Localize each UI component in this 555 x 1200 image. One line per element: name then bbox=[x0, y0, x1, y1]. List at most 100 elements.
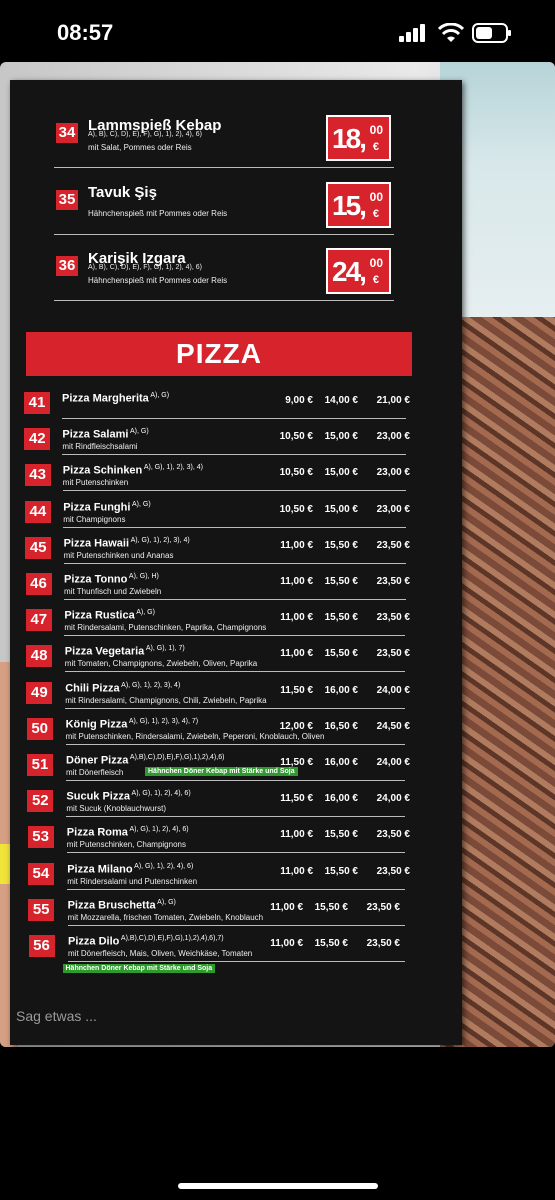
pizza-description: mit Dönerfleisch bbox=[66, 768, 124, 777]
pizza-price: 21,00 € bbox=[376, 395, 410, 406]
item-allergens: A), B), C), D), E), F), G), 1), 2), 4), … bbox=[88, 264, 202, 271]
pizza-description: mit Rindersalami und Putenschinken bbox=[67, 876, 198, 886]
price-currency: € bbox=[372, 208, 379, 220]
pizza-description: mit Dönerfleisch, Mais, Oliven, Weichkäs… bbox=[68, 949, 253, 958]
pizza-name: Chili Pizza A), G), 1), 2), 3), 4) bbox=[65, 681, 181, 695]
pizza-description: mit Champignons bbox=[63, 514, 126, 524]
pizza-number: 50 bbox=[26, 717, 53, 740]
item-description: mit Salat, Pommes oder Reis bbox=[88, 143, 192, 152]
battery-icon bbox=[472, 23, 511, 43]
clock: 08:57 bbox=[57, 20, 114, 45]
pizza-price: 14,00 € bbox=[324, 395, 358, 406]
pizza-price: 23,50 € bbox=[376, 865, 410, 877]
pizza-allergens: A), G), 1), 2), 3), 4), 7) bbox=[127, 717, 199, 725]
pizza-allergens: A), G) bbox=[130, 500, 151, 508]
pizza-name: Sucuk Pizza A), G), 1), 2), 4), 6) bbox=[66, 790, 191, 803]
item-number: 36 bbox=[56, 256, 78, 276]
pizza-price: 15,50 € bbox=[324, 576, 358, 587]
pizza-number: 45 bbox=[25, 536, 52, 559]
cellular-signal-icon bbox=[399, 24, 425, 42]
pizza-divider bbox=[63, 526, 406, 528]
pizza-divider bbox=[66, 780, 405, 781]
pizza-name: Pizza Roma A), G), 1), 2), 4), 6) bbox=[66, 826, 189, 840]
pizza-number: 42 bbox=[24, 428, 51, 451]
pizza-price: 15,50 € bbox=[324, 829, 358, 841]
pizza-number: 48 bbox=[26, 645, 53, 668]
pizza-price: 23,50 € bbox=[376, 612, 410, 624]
status-bar: 08:57 bbox=[0, 0, 555, 60]
pizza-number: 47 bbox=[25, 609, 52, 632]
pizza-divider bbox=[62, 454, 406, 456]
pizza-divider bbox=[63, 562, 406, 564]
pizza-price: 16,50 € bbox=[324, 720, 358, 732]
price-cents: 00 bbox=[369, 123, 383, 137]
pizza-name: Pizza Bruschetta A), G) bbox=[67, 898, 176, 912]
pizza-price: 24,50 € bbox=[376, 720, 410, 732]
price-currency: € bbox=[372, 141, 379, 153]
pizza-price: 23,50 € bbox=[376, 648, 410, 660]
pizza-description: mit Putenschinken und Ananas bbox=[63, 550, 174, 560]
price-box: 15, 00 € bbox=[326, 182, 391, 228]
pizza-price: 23,50 € bbox=[376, 829, 410, 841]
price-cents: 00 bbox=[369, 256, 383, 270]
pizza-description: mit Putenschinken bbox=[62, 478, 129, 488]
pizza-allergens: A), G), 1), 7) bbox=[144, 645, 185, 653]
comment-input[interactable]: Sag etwas ... bbox=[16, 1008, 97, 1024]
pizza-heading: PIZZA bbox=[26, 332, 412, 376]
item-description: Hähnchenspieß mit Pommes oder Reis bbox=[88, 209, 228, 218]
pizza-number: 43 bbox=[24, 464, 51, 487]
pizza-name: Pizza Schinken A), G), 1), 2), 3), 4) bbox=[62, 464, 203, 478]
pizza-allergens: A), G) bbox=[134, 609, 155, 617]
pizza-description: mit Rindersalami, Putenschinken, Paprika… bbox=[64, 623, 267, 633]
pizza-allergens: A), G), 1), 2), 4), 6) bbox=[132, 862, 194, 870]
pizza-price: 23,50 € bbox=[376, 539, 410, 551]
pizza-price: 23,50 € bbox=[376, 576, 410, 587]
pizza-price: 16,00 € bbox=[324, 684, 358, 696]
pizza-allergens: A),B),C),D),E),F),G),1),2),4),6) bbox=[128, 754, 225, 761]
pizza-description: mit Rindersalami, Champignons, Chili, Zw… bbox=[65, 695, 267, 705]
item-number: 34 bbox=[56, 123, 78, 143]
pizza-divider bbox=[67, 924, 405, 926]
pizza-price: 16,00 € bbox=[324, 757, 358, 768]
price-whole: 18, bbox=[332, 123, 367, 154]
pizza-price: 15,50 € bbox=[324, 865, 358, 877]
pizza-price: 15,50 € bbox=[314, 938, 348, 949]
pizza-price: 15,00 € bbox=[324, 503, 358, 515]
pizza-allergens: A), G), 1), 2), 3), 4) bbox=[119, 681, 181, 689]
pizza-description: mit Thunfisch und Zwiebeln bbox=[64, 587, 162, 596]
pizza-price: 15,00 € bbox=[324, 467, 358, 479]
pizza-price: 15,50 € bbox=[324, 648, 358, 660]
pizza-name: Pizza Milano A), G), 1), 2), 4), 6) bbox=[67, 862, 194, 876]
pizza-divider bbox=[68, 961, 405, 962]
price-whole: 24, bbox=[332, 256, 367, 287]
pizza-name: Pizza Margherita A), G) bbox=[62, 392, 170, 405]
pizza-divider bbox=[65, 743, 406, 745]
pizza-name: Pizza Tonno A), G), H) bbox=[64, 573, 159, 586]
pizza-allergens: A), G) bbox=[155, 898, 176, 906]
pizza-price: 23,00 € bbox=[376, 467, 410, 479]
pizza-name: Döner Pizza A),B),C),D),E),F),G),1),2),4… bbox=[66, 754, 225, 767]
price-whole: 15, bbox=[332, 190, 367, 221]
pizza-description: mit Tomaten, Champignons, Zwiebeln, Oliv… bbox=[64, 659, 258, 669]
item-allergens: A), B), C), D), E), F), G), 1), 2), 4), … bbox=[88, 131, 202, 138]
wifi-icon bbox=[438, 23, 464, 42]
pizza-description: mit Rindfleischsalami bbox=[62, 442, 138, 452]
home-indicator[interactable] bbox=[178, 1183, 378, 1189]
price-box: 24, 00 € bbox=[326, 248, 391, 294]
price-box: 18, 00 € bbox=[326, 115, 391, 161]
pizza-divider bbox=[62, 490, 406, 492]
pizza-price: 23,50 € bbox=[366, 901, 400, 913]
pizza-allergens: A), G), 1), 2), 3), 4) bbox=[129, 536, 190, 544]
pizza-divider bbox=[67, 888, 405, 890]
divider bbox=[54, 167, 394, 168]
pizza-name: König Pizza A), G), 1), 2), 3), 4), 7) bbox=[65, 717, 199, 731]
pizza-allergens: A), G), 1), 2), 4), 6) bbox=[129, 790, 191, 798]
pizza-divider bbox=[65, 707, 406, 709]
pizza-price: 16,00 € bbox=[324, 793, 358, 805]
pizza-name: Pizza Salami A), G) bbox=[62, 428, 149, 441]
pizza-allergens: A), G) bbox=[128, 428, 149, 436]
item-description: Hähnchenspieß mit Pommes oder Reis bbox=[88, 276, 228, 285]
pizza-name: Pizza Hawaii A), G), 1), 2), 3), 4) bbox=[63, 536, 190, 550]
price-cents: 00 bbox=[369, 190, 383, 204]
pizza-number: 41 bbox=[24, 392, 50, 414]
